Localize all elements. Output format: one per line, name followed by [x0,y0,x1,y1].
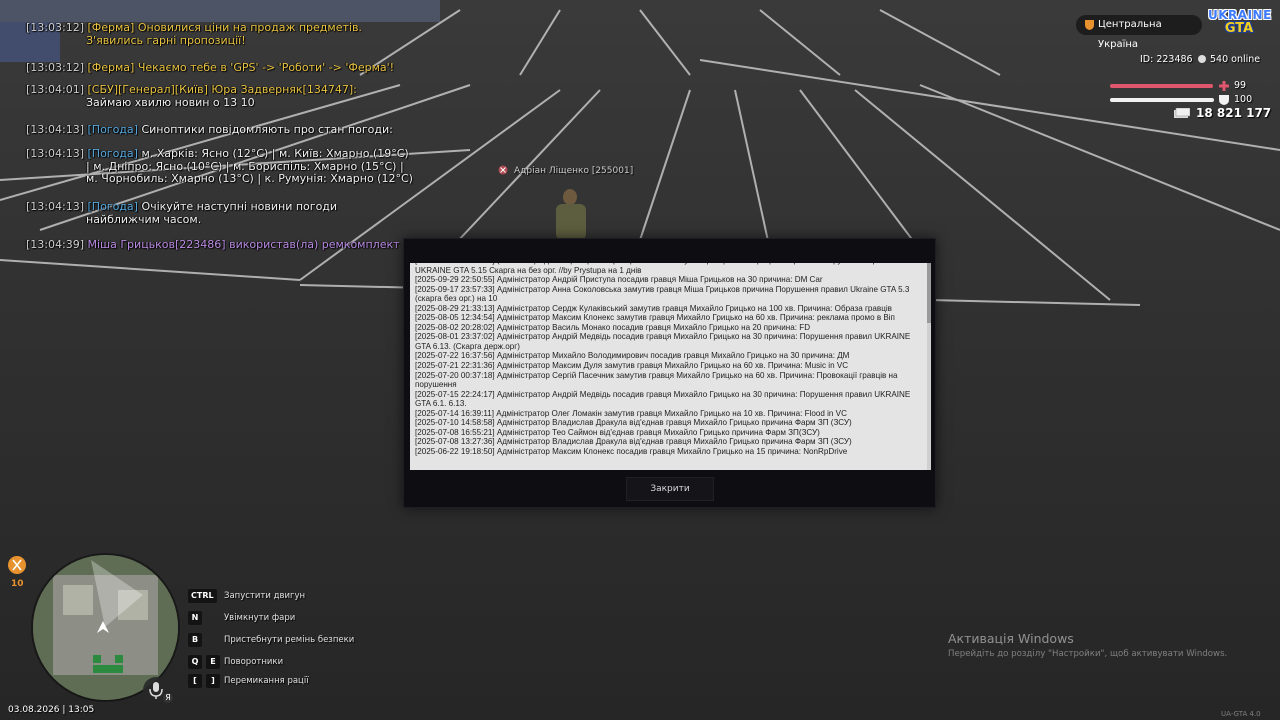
close-button[interactable]: Закрити [626,477,714,501]
log-entry: [2025-07-15 22:24:17] Адміністратор Андр… [415,389,911,409]
chat-line: [13:04:13] [Погода] Синоптики повідомляю… [26,123,426,137]
key-badge: CTRL [188,589,217,603]
log-entry: [2025-06-22 19:18:50] Адміністратор Макс… [415,446,848,456]
log-entry: [2025-07-10 14:58:58] Адміністратор Влад… [415,418,852,428]
log-scrollbar[interactable] [927,263,931,470]
chat-text: Міша Грицьков[223486] використав(ла) рем… [87,238,400,251]
ukraine-gta-logo: UKRAINE GTA [1208,8,1272,42]
chat-time: [13:04:39] [26,238,84,251]
chat-line: [13:04:13] [Погода] Очікуйте наступні но… [26,200,426,214]
health-bar [1110,84,1213,88]
chat-text: Очікуйте наступні новини погоди [141,200,338,213]
online-icon [1198,55,1206,63]
chat-time: [13:04:01] [26,83,84,96]
chat-tag: [Ферма] [87,61,135,74]
log-entry: [2025-08-02 20:28:02] Адміністратор Васи… [415,322,811,332]
log-entry: [2025-07-08 16:55:21] Адміністратор Тео … [415,427,820,437]
chat-text: Оновилися ціни на продаж предметів. [137,21,362,34]
log-entry: [2025-07-08 13:27:36] Адміністратор Влад… [415,437,852,447]
windows-activation-text: Перейдіть до розділу "Настройки", щоб ак… [948,649,1228,659]
player-id: ID: 223486 [1140,54,1193,65]
log-entry: [2025-08-29 21:33:13] Адміністратор Серд… [415,303,892,313]
chat-tag: [Погода] [87,147,138,160]
armor-shield-icon [1219,95,1229,105]
log-scrollbar-thumb[interactable] [927,263,931,323]
windows-activation-title: Активація Windows [948,631,1074,646]
chat-tag: [СБУ][Генерал][Київ] [87,83,208,96]
game-version: UA-GTA 4.0 [1221,710,1261,718]
log-entry: [2025-07-22 16:37:56] Адміністратор Миха… [415,351,850,361]
cash-icon [1174,108,1190,118]
money-value: 18 821 177 [1196,106,1272,120]
log-entry: [2025-09-29 22:50:55] Адміністратор Андр… [415,275,823,285]
log-entry: [2025-08-01 23:37:02] Адміністратор Андр… [415,332,911,351]
armor-value: 100 [1234,94,1253,105]
chat-text: Юра Задверняк[134747]: [211,83,357,96]
log-entry: [2025-08-05 12:34:54] Адміністратор Макс… [415,313,895,323]
log-entry: [2025-07-14 16:39:11] Адміністратор Олег… [415,408,847,418]
hint-label: Пристебнути ремінь безпеки [224,635,355,645]
chat-line: Займаю хвилю новин о 13 10 [86,96,255,109]
chat-time: [13:04:13] [26,123,84,136]
voice-muted-icon [498,165,508,175]
chat-line: [13:03:12] [Ферма] Чекаємо тебе в 'GPS' … [26,61,426,75]
chat-text: м. Харків: Ясно (12°C) | м. Київ: Хмарно… [141,147,409,160]
chat-tag: [Ферма] [87,21,135,34]
log-entry: [2025-07-21 22:31:36] Адміністратор Макс… [415,361,849,371]
chat-time: [13:04:13] [26,147,84,160]
key-badge: E [206,655,220,669]
chat-line: З'явились гарні пропозиції! [86,34,246,47]
chat-time: [13:03:12] [26,21,84,34]
online-count: 540 online [1198,54,1260,65]
chat-line: [13:04:13] [Погода] м. Харків: Ясно (12°… [26,147,426,161]
hint-label: Перемикання рації [224,676,309,686]
chat-line: м. Чорнобиль: Хмарно (13°C) | к. Румунія… [86,172,413,185]
hunger-value: 10 [11,579,24,589]
hint-label: Поворотники [224,657,284,667]
player-nametag: Адріан Ліщенко [255001] [498,165,633,176]
chat-tag: [Погода] [87,200,138,213]
log-entry: [2025-09-17 23:57:33] Адміністратор Анна… [415,284,910,304]
chat-time: [13:04:13] [26,200,84,213]
chat-line: [13:03:12] [Ферма] Оновилися ціни на про… [26,21,426,35]
key-badge: N [188,611,202,625]
punishment-log-box[interactable]: [2025-10-06 16:01:51] (OFFLINE) Адмініст… [410,263,931,470]
key-badge: Q [188,655,202,669]
chat-line: найближчим часом. [86,213,202,226]
punishment-history-modal: [2025-10-06 16:01:51] (OFFLINE) Адмініст… [403,238,936,508]
hint-label: Увімкнути фари [224,613,296,623]
chat-text: Синоптики повідомляють про стан погоди: [141,123,393,136]
log-entry: [2025-10-06 16:01:51] (OFFLINE) Адмініст… [415,263,895,275]
health-cross-icon [1219,81,1229,91]
microphone-button[interactable]: Я [143,677,173,703]
region-indicator: Центральна Україна [1076,15,1202,50]
logo-top-text: UKRAINE [1208,8,1272,22]
log-entry: [2025-07-20 00:37:18] Адміністратор Серг… [415,370,898,390]
hint-label: Запустити двигун [224,591,306,601]
health-value: 99 [1234,80,1247,91]
key-badge: [ [188,674,202,688]
chat-text: Чекаємо тебе в 'GPS' -> 'Роботи' -> 'Фер… [137,61,395,74]
online-text: 540 online [1210,54,1261,65]
date-time: 03.08.2026 | 13:05 [8,705,95,715]
logo-bottom-text: GTA [1224,21,1254,36]
chat-line: [13:04:39] Міша Грицьков[223486] викорис… [26,238,426,252]
hunger-icon [8,556,26,574]
money-display: 18 821 177 [1174,106,1271,120]
chat-tag: [Погода] [87,123,138,136]
fork-knife-icon [12,559,22,571]
region-shield-icon [1085,20,1094,30]
nametag-text: Адріан Ліщенко [255001] [514,166,634,176]
mic-label: Я [163,693,173,703]
key-badge: ] [206,674,220,688]
key-badge: B [188,633,202,647]
punishment-log-list: [2025-10-06 16:01:51] (OFFLINE) Адмініст… [415,263,927,456]
armor-bar [1110,98,1214,102]
region-name: Центральна Україна [1098,19,1162,50]
chat-line: [13:04:01] [СБУ][Генерал][Київ] Юра Задв… [26,83,426,97]
chat-time: [13:03:12] [26,61,84,74]
